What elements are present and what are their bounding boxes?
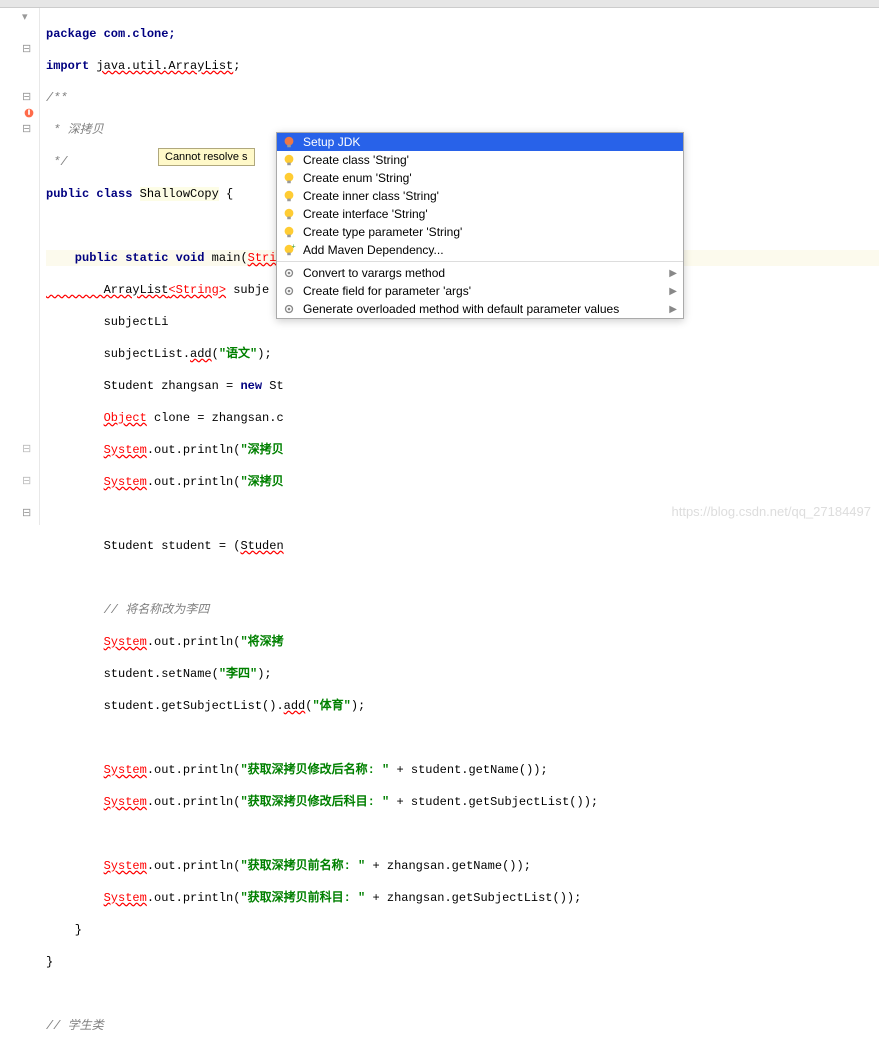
- menu-item-create-inner-class[interactable]: Create inner class 'String': [277, 187, 683, 205]
- menu-item-label: Create type parameter 'String': [303, 225, 677, 239]
- menu-item-add-maven[interactable]: + Add Maven Dependency...: [277, 241, 683, 259]
- yellow-bulb-icon: [281, 206, 297, 222]
- menu-item-convert-varargs[interactable]: Convert to varargs method ▶: [277, 264, 683, 282]
- menu-item-create-enum[interactable]: Create enum 'String': [277, 169, 683, 187]
- yellow-bulb-icon: [281, 170, 297, 186]
- menu-item-label: Create interface 'String': [303, 207, 677, 221]
- gear-icon: [281, 283, 297, 299]
- intention-actions-menu: Setup JDK Create class 'String' Create e…: [276, 132, 684, 319]
- gear-icon: [281, 301, 297, 317]
- fold-icon[interactable]: ⊟: [22, 442, 34, 454]
- plus-bulb-icon: +: [281, 242, 297, 258]
- menu-item-label: Create class 'String': [303, 153, 677, 167]
- yellow-bulb-icon: [281, 152, 297, 168]
- code-text: package com.clone;: [46, 27, 176, 41]
- menu-item-label: Add Maven Dependency...: [303, 243, 677, 257]
- fold-icon[interactable]: ▾: [22, 10, 34, 22]
- fold-icon[interactable]: ⊟: [22, 506, 34, 518]
- tab-bar: [0, 0, 879, 8]
- fold-icon[interactable]: ⊟: [22, 122, 34, 134]
- menu-item-label: Create field for parameter 'args': [303, 284, 669, 298]
- menu-item-label: Convert to varargs method: [303, 266, 669, 280]
- svg-text:+: +: [292, 243, 296, 250]
- menu-item-label: Create inner class 'String': [303, 189, 677, 203]
- yellow-bulb-icon: [281, 188, 297, 204]
- menu-item-label: Create enum 'String': [303, 171, 677, 185]
- watermark: https://blog.csdn.net/qq_27184497: [672, 504, 872, 519]
- menu-item-label: Setup JDK: [303, 135, 677, 149]
- fold-icon[interactable]: ⊟: [22, 90, 34, 102]
- submenu-arrow-icon: ▶: [669, 304, 677, 315]
- menu-item-setup-jdk[interactable]: Setup JDK: [277, 133, 683, 151]
- fold-icon[interactable]: ⊟: [22, 474, 34, 486]
- menu-item-create-field[interactable]: Create field for parameter 'args' ▶: [277, 282, 683, 300]
- tooltip-text: Cannot resolve s: [165, 151, 248, 163]
- fold-icon[interactable]: ⊟: [22, 42, 34, 54]
- menu-item-label: Generate overloaded method with default …: [303, 302, 669, 316]
- menu-separator: [277, 261, 683, 262]
- submenu-arrow-icon: ▶: [669, 268, 677, 279]
- yellow-bulb-icon: [281, 224, 297, 240]
- error-tooltip: Cannot resolve s: [158, 148, 255, 166]
- menu-item-generate-overloaded[interactable]: Generate overloaded method with default …: [277, 300, 683, 318]
- menu-item-create-type-parameter[interactable]: Create type parameter 'String': [277, 223, 683, 241]
- menu-item-create-class[interactable]: Create class 'String': [277, 151, 683, 169]
- editor-gutter: ▾ ⊟ ⊟ ⊟ ⊟ ⊟ ⊟: [0, 8, 40, 525]
- gear-icon: [281, 265, 297, 281]
- red-bulb-icon: [281, 134, 297, 150]
- menu-item-create-interface[interactable]: Create interface 'String': [277, 205, 683, 223]
- intention-bulb-icon[interactable]: [22, 106, 34, 118]
- submenu-arrow-icon: ▶: [669, 286, 677, 297]
